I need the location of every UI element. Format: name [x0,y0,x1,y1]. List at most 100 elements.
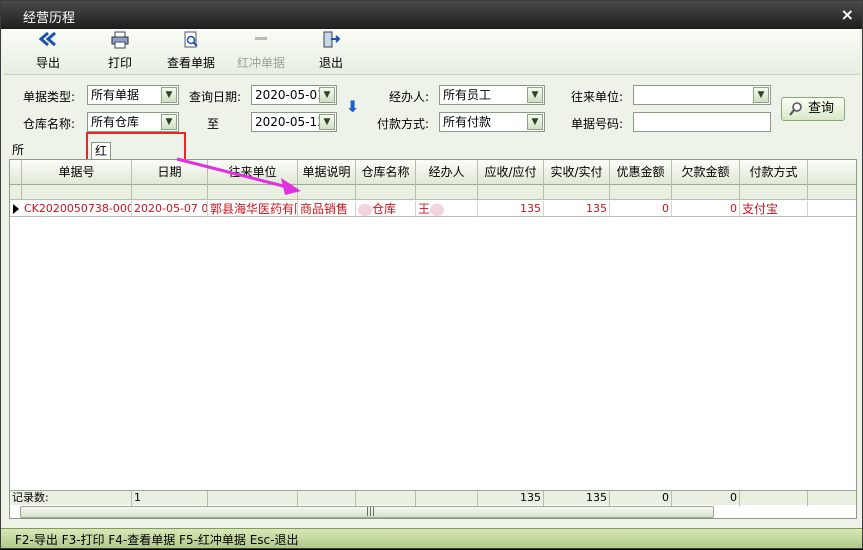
records-grid: 单据号 日期 往来单位 单据说明 仓库名称 经办人 应收/应付 实收/实付 优惠… [9,159,857,519]
column-header[interactable]: 往来单位 [208,160,298,185]
redacted-mark [358,203,372,216]
column-header[interactable]: 欠款金额 [672,160,740,185]
warehouse-cell[interactable]: 仓库 [356,201,416,217]
chevron-down-icon[interactable]: ▼ [161,87,177,103]
view-document-button[interactable]: 查看单据 [161,31,221,73]
shortcut-hints: F2-导出 F3-打印 F4-查看单据 F5-红冲单据 Esc-退出 [15,533,299,547]
footer-cell [740,491,808,506]
title-bar: 经营历程 × [1,1,862,29]
toolbar: 导出 打印 查看单据 红冲单据 退出 [3,29,860,75]
redacted-mark [430,203,445,216]
debt-cell[interactable]: 0 [672,201,740,217]
chevron-down-icon[interactable]: ▼ [527,114,543,130]
footer-receivable: 135 [478,491,544,506]
filter-cell[interactable] [208,185,298,200]
partner-label: 往来单位: [571,90,624,104]
doc-no-cell[interactable]: CK2020050738-0002 [22,201,132,217]
handler-cell[interactable]: 王 [416,201,478,217]
column-header[interactable]: 经办人 [416,160,478,185]
window-title: 经营历程 [23,11,76,26]
print-label: 打印 [107,56,132,70]
filter-cell[interactable] [22,185,132,200]
warehouse-text: 仓库 [372,202,397,216]
query-date-label: 查询日期: [189,90,242,104]
column-header[interactable]: 单据号 [22,160,132,185]
doc-type-select[interactable]: 所有单据 ▼ [87,85,179,105]
chevron-down-icon[interactable]: ▼ [753,87,769,103]
horizontal-scrollbar[interactable]: ||| [20,506,714,518]
warehouse-value: 所有仓库 [91,115,140,129]
filter-cell[interactable] [610,185,672,200]
export-button[interactable]: 导出 [27,31,69,73]
doc-type-label: 单据类型: [23,90,76,104]
filter-cell[interactable] [672,185,740,200]
tab-all-documents[interactable]: 所有单据查询 [9,142,27,237]
date-to-picker[interactable]: 2020-05-13 ▼ [251,112,337,132]
exit-icon [311,31,351,53]
date-from-picker[interactable]: 2020-05-01 ▼ [251,85,337,105]
filter-cell[interactable] [544,185,610,200]
grid-corner [10,160,22,185]
filter-cell[interactable] [740,185,808,200]
handler-value: 所有员工 [443,88,492,102]
filter-cell[interactable] [478,185,544,200]
column-header[interactable]: 日期 [132,160,208,185]
date-to-value: 2020-05-13 [255,115,325,129]
query-button[interactable]: 查询 [781,97,845,121]
grid-header: 单据号 日期 往来单位 单据说明 仓库名称 经办人 应收/应付 实收/实付 优惠… [10,160,856,185]
footer-cell [208,491,298,506]
handler-text: 王 [418,202,431,216]
column-header[interactable]: 优惠金额 [610,160,672,185]
view-document-icon [161,31,221,53]
record-count: 1 [132,491,208,506]
scroll-grip-icon: ||| [366,507,376,517]
close-icon[interactable]: × [841,5,854,24]
received-cell[interactable]: 135 [544,201,610,217]
chevron-down-icon[interactable]: ▼ [319,114,335,130]
reverse-document-button[interactable]: 红冲单据 [231,31,291,73]
chevron-down-icon[interactable]: ▼ [319,87,335,103]
payment-select[interactable]: 所有付款 ▼ [439,112,545,132]
print-button[interactable]: 打印 [99,31,141,73]
payment-cell[interactable]: 支付宝 [740,201,808,217]
status-bar: F2-导出 F3-打印 F4-查看单据 F5-红冲单据 Esc-退出 [1,528,862,548]
warehouse-select[interactable]: 所有仓库 ▼ [87,112,179,132]
arrow-down-icon[interactable]: ⬇ [346,97,359,116]
export-label: 导出 [35,56,60,70]
column-header[interactable]: 仓库名称 [356,160,416,185]
handler-label: 经办人: [389,90,430,104]
date-cell[interactable]: 2020-05-07 09 [132,201,208,217]
docno-label: 单据号码: [571,117,624,131]
discount-cell[interactable]: 0 [610,201,672,217]
payment-value: 所有付款 [443,115,492,129]
filter-cell[interactable] [416,185,478,200]
record-count-label: 记录数: [10,491,132,506]
search-icon [788,101,804,125]
grid-filter-row [10,185,856,200]
exit-button[interactable]: 退出 [311,31,351,73]
footer-received: 135 [544,491,610,506]
filter-cell [10,185,22,200]
chevron-down-icon[interactable]: ▼ [161,114,177,130]
column-header-filler [808,160,856,185]
chevron-down-icon[interactable]: ▼ [527,87,543,103]
desc-cell[interactable]: 商品销售 [298,201,356,217]
footer-cell [356,491,416,506]
table-row[interactable]: CK2020050738-0002 2020-05-07 09 郭县海华医药有限… [10,201,856,217]
view-document-label: 查看单据 [166,56,215,70]
printer-icon [99,31,141,53]
column-header[interactable]: 应收/应付 [478,160,544,185]
handler-select[interactable]: 所有员工 ▼ [439,85,545,105]
doc-type-value: 所有单据 [91,88,140,102]
to-label: 至 [207,117,220,131]
partner-select[interactable]: ▼ [633,85,771,105]
column-header[interactable]: 付款方式 [740,160,808,185]
column-header[interactable]: 单据说明 [298,160,356,185]
filter-cell[interactable] [356,185,416,200]
partner-cell[interactable]: 郭县海华医药有限 [208,201,298,217]
filter-cell[interactable] [298,185,356,200]
docno-input[interactable] [633,112,771,132]
column-header[interactable]: 实收/实付 [544,160,610,185]
receivable-cell[interactable]: 135 [478,201,544,217]
filter-cell[interactable] [132,185,208,200]
